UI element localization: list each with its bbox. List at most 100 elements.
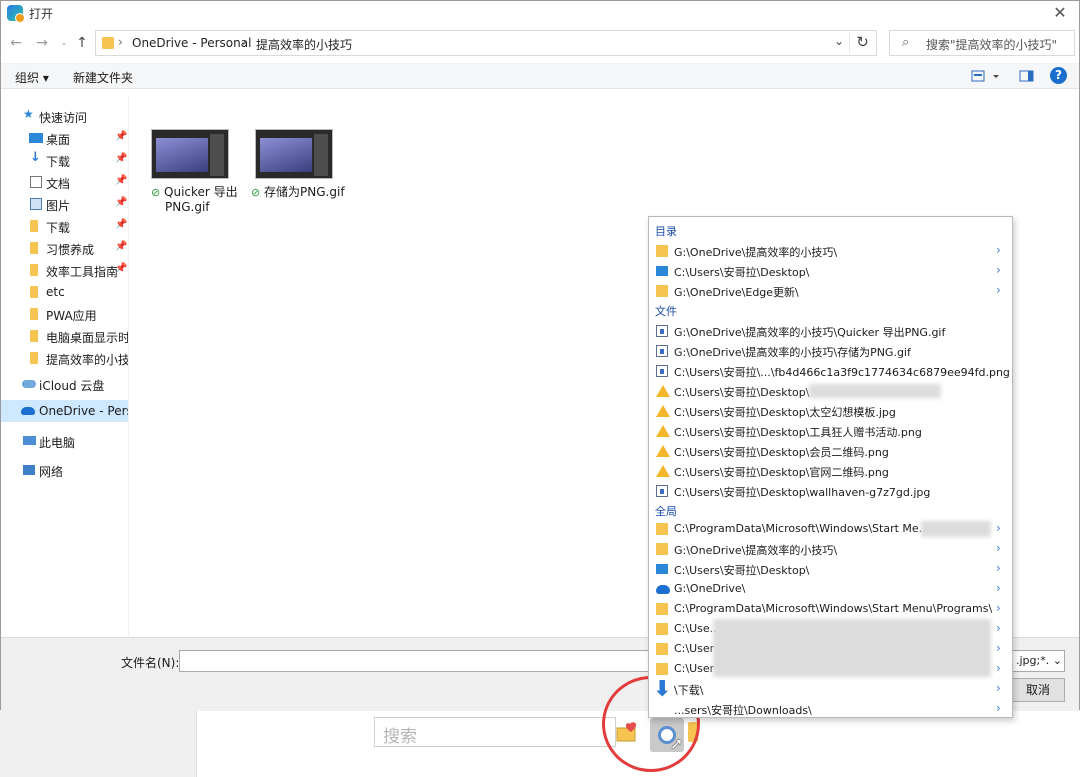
menu-item-file[interactable]: C:\Users\安哥拉\...\fb4d466c1a3f9c1774634c6… — [649, 361, 1012, 381]
desktop-icon — [656, 266, 668, 276]
nav-downloads[interactable]: ↓ 下载 📌 — [1, 149, 128, 171]
breadcrumb-current-folder[interactable]: 提高效率的小技巧 — [256, 36, 352, 53]
folder-icon — [656, 643, 668, 655]
nav-folder[interactable]: 电脑桌面显示时间 — [1, 325, 129, 347]
cancel-button[interactable]: 取消 — [1011, 678, 1065, 702]
recent-paths-menu: 目录 G:\OneDrive\提高效率的小技巧\ › C:\Users\安哥拉\D… — [648, 216, 1013, 718]
folder-icon — [656, 543, 668, 555]
menu-item-global[interactable]: G:\OneDrive\提高效率的小技巧\ › — [649, 539, 1012, 559]
refresh-icon[interactable]: ↻ — [849, 33, 875, 53]
preview-pane-icon[interactable] — [1019, 68, 1035, 86]
menu-item-global[interactable]: C:\ProgramData\Microsoft\Windows\Start M… — [649, 519, 1012, 539]
chevron-right-icon[interactable]: › — [996, 661, 1001, 675]
thumbnail-image — [260, 138, 312, 172]
folder-icon — [102, 37, 114, 49]
chevron-right-icon[interactable]: › — [996, 601, 1001, 615]
redacted-area — [921, 521, 991, 537]
chevron-right-icon[interactable]: › — [996, 561, 1001, 575]
menu-item-file[interactable]: C:\Users\安哥拉\Desktop\ — [649, 381, 1012, 401]
recent-locations-chevron-icon[interactable]: ⌄ — [55, 33, 73, 53]
nav-onedrive[interactable]: OneDrive - Personal — [1, 400, 128, 422]
nav-label: 习惯养成 — [46, 243, 95, 257]
forward-arrow-icon[interactable]: → — [33, 33, 51, 53]
chevron-right-icon[interactable]: › — [996, 243, 1001, 257]
menu-item-global[interactable]: C:\ProgramData\Microsoft\Windows\Start M… — [649, 599, 1012, 619]
quicker-search-input[interactable]: 搜索 — [374, 717, 616, 747]
new-folder-button[interactable]: 新建文件夹 — [73, 69, 133, 86]
gif-thumbnail[interactable] — [255, 129, 333, 179]
navigation-pane: ★ 快速访问 桌面 📌 ↓ 下载 📌 文档 📌 图片 📌 下载 📌 习惯养成 📌… — [1, 97, 129, 637]
nav-folder[interactable]: etc — [1, 281, 128, 303]
menu-item-dir[interactable]: G:\OneDrive\提高效率的小技巧\ › — [649, 241, 1012, 261]
menu-item-path: C:\Users\安哥拉\Desktop\会员二维码.png — [674, 446, 889, 459]
nav-network[interactable]: 网络 — [1, 459, 128, 481]
gif-thumbnail[interactable] — [151, 129, 229, 179]
nav-this-pc[interactable]: 此电脑 — [1, 430, 128, 452]
view-options-icon[interactable] — [971, 68, 1003, 86]
breadcrumb-separator-icon[interactable]: › — [118, 35, 123, 49]
nav-folder[interactable]: 提高效率的小技巧 — [1, 347, 128, 369]
chevron-right-icon[interactable]: › — [996, 681, 1001, 695]
desktop-icon — [656, 564, 668, 574]
menu-item-file[interactable]: G:\OneDrive\提高效率的小技巧\存储为PNG.gif — [649, 341, 1012, 361]
chevron-right-icon[interactable]: › — [996, 541, 1001, 555]
menu-item-dir[interactable]: G:\OneDrive\Edge更新\ › — [649, 281, 1012, 301]
back-arrow-icon[interactable]: ← — [7, 33, 25, 53]
chevron-right-icon[interactable]: › — [996, 521, 1001, 535]
menu-item-file[interactable]: C:\Users\安哥拉\Desktop\wallhaven-g7z7gd.jp… — [649, 481, 1012, 501]
menu-item-global[interactable]: ⬇ \下载\ › — [649, 679, 1012, 701]
nav-label: 下载 — [46, 155, 71, 169]
organize-menu[interactable]: 组织 ▾ — [15, 69, 49, 86]
warning-icon — [656, 425, 670, 437]
menu-item-path: G:\OneDrive\提高效率的小技巧\Quicker 导出PNG.gif — [674, 326, 946, 339]
folder-icon — [30, 352, 38, 364]
menu-item-file[interactable]: C:\Users\安哥拉\Desktop\太空幻想模板.jpg — [649, 401, 1012, 421]
up-arrow-icon[interactable]: ↑ — [73, 33, 91, 53]
menu-item-file[interactable]: C:\Users\安哥拉\Desktop\工具狂人赠书活动.png — [649, 421, 1012, 441]
menu-item-dir[interactable]: C:\Users\安哥拉\Desktop\ › — [649, 261, 1012, 281]
nav-folder[interactable]: 习惯养成 📌 — [1, 237, 128, 259]
filetype-select[interactable]: .jpg;*. ⌄ — [1011, 650, 1065, 672]
breadcrumb-onedrive[interactable]: OneDrive - Personal — [132, 36, 251, 50]
nav-label: 电脑桌面显示时间 — [46, 331, 129, 345]
menu-item-path: G:\OneDrive\ — [674, 582, 746, 595]
nav-quick-access[interactable]: ★ 快速访问 — [1, 105, 128, 127]
nav-icloud[interactable]: iCloud 云盘 — [1, 373, 128, 395]
chevron-down-icon: ⌄ — [1052, 654, 1062, 667]
address-bar[interactable]: › OneDrive - Personal › 提高效率的小技巧 ⌄ — [95, 30, 877, 56]
close-icon[interactable]: ✕ — [1049, 3, 1071, 23]
menu-item-file[interactable]: C:\Users\安哥拉\Desktop\会员二维码.png — [649, 441, 1012, 461]
chevron-right-icon[interactable]: › — [996, 701, 1001, 715]
chevron-right-icon[interactable]: › — [996, 581, 1001, 595]
filename-label: 文件名(N): — [121, 656, 180, 670]
nav-label: 下载 — [46, 221, 71, 235]
chevron-right-icon[interactable]: › — [996, 283, 1001, 297]
nav-pictures[interactable]: 图片 📌 — [1, 193, 128, 215]
menu-item-global[interactable]: ...sers\安哥拉\Downloads\ › — [649, 699, 1012, 717]
nav-desktop[interactable]: 桌面 📌 — [1, 127, 128, 149]
chevron-right-icon[interactable]: › — [996, 263, 1001, 277]
breadcrumb-separator-icon[interactable]: › — [242, 35, 247, 49]
chevron-right-icon[interactable]: › — [996, 621, 1001, 635]
nav-documents[interactable]: 文档 📌 — [1, 171, 128, 193]
nav-label: 快速访问 — [39, 111, 88, 125]
help-icon[interactable]: ? — [1050, 67, 1067, 84]
nav-folder[interactable]: PWA应用 — [1, 303, 128, 325]
nav-folder[interactable]: 效率工具指南 📌 — [1, 259, 128, 281]
menu-item-global[interactable]: G:\OneDrive\ › — [649, 579, 1012, 599]
chevron-right-icon[interactable]: › — [996, 641, 1001, 655]
menu-item-path: G:\OneDrive\提高效率的小技巧\ — [674, 544, 838, 557]
nav-label: 此电脑 — [39, 436, 76, 450]
file-item[interactable]: ⊘ Quicker 导出 PNG.gif — [151, 185, 238, 214]
nav-folder[interactable]: 下载 📌 — [1, 215, 128, 237]
folder-search-box[interactable]: ⌕ 搜索"提高效率的小技巧" — [889, 30, 1075, 56]
menu-item-file[interactable]: C:\Users\安哥拉\Desktop\官网二维码.png — [649, 461, 1012, 481]
file-item[interactable]: ⊘ 存储为PNG.gif — [251, 185, 345, 200]
address-dropdown-icon[interactable]: ⌄ — [834, 34, 844, 48]
image-file-icon — [656, 345, 668, 357]
pin-icon: 📌 — [115, 153, 128, 164]
menu-item-file[interactable]: G:\OneDrive\提高效率的小技巧\Quicker 导出PNG.gif — [649, 321, 1012, 341]
filename-input[interactable] — [179, 650, 649, 672]
pin-icon: 📌 — [115, 197, 128, 208]
menu-item-global[interactable]: C:\Users\安哥拉\Desktop\ › — [649, 559, 1012, 579]
